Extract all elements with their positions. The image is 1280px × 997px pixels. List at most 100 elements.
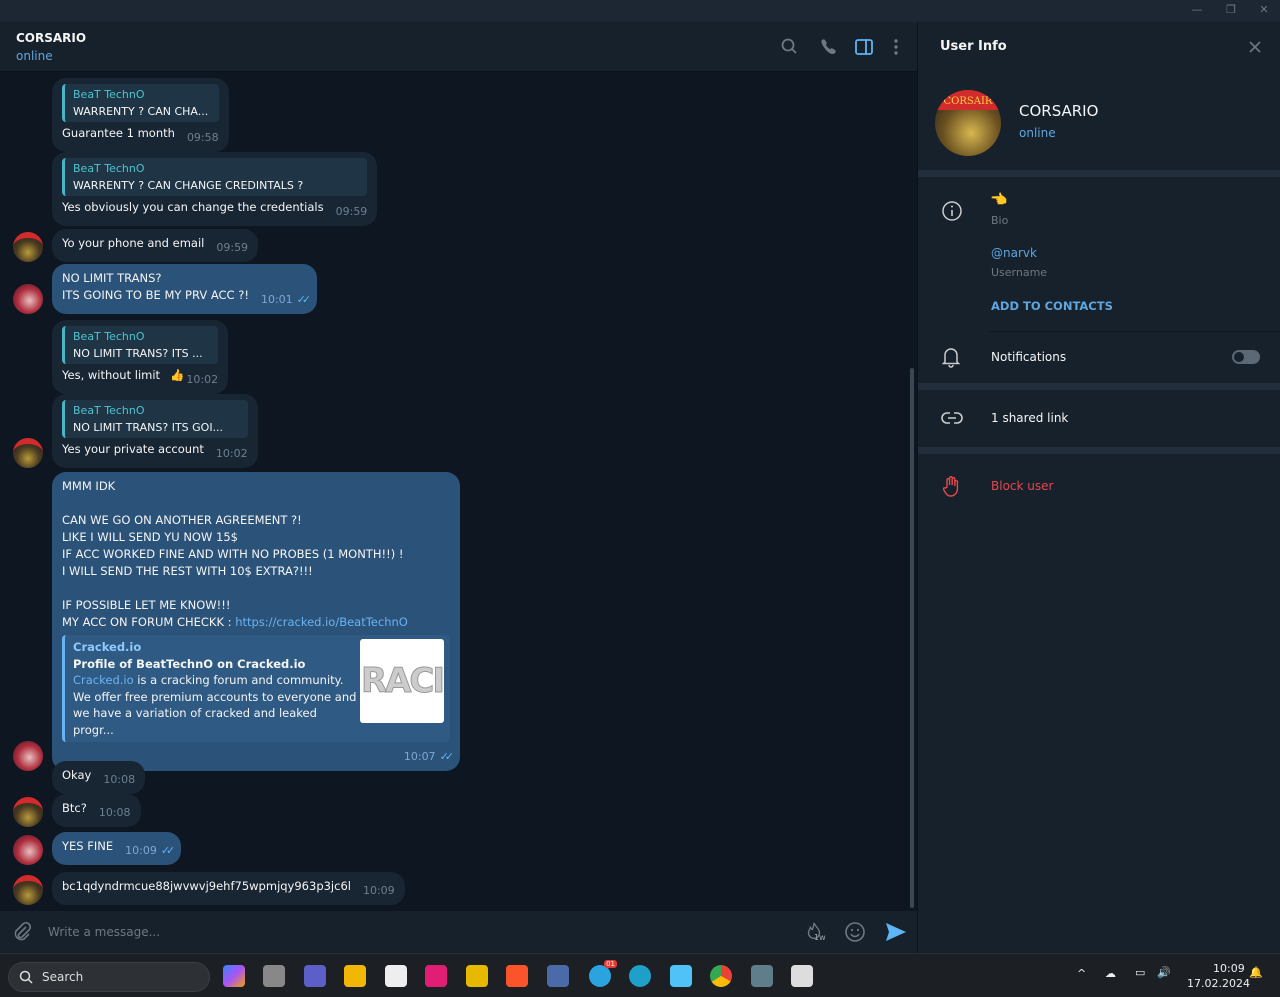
telegram-badge: 01: [604, 960, 617, 968]
contact-avatar[interactable]: [13, 797, 43, 827]
reply-quote[interactable]: BeaT TechnO WARRENTY ? CAN CHANGE CREDINT…: [62, 158, 368, 196]
incoming-message[interactable]: BeaT TechnO NO LIMIT TRANS? ITS GOI... Yes…: [52, 394, 258, 468]
calculator-icon[interactable]: [751, 965, 773, 987]
emoji-icon[interactable]: [843, 920, 867, 944]
double-check-icon: ✓✓: [296, 293, 312, 306]
message-time: 10:08: [103, 773, 136, 786]
search-icon[interactable]: [779, 36, 801, 58]
message-time: 09:59: [335, 205, 368, 218]
profile-avatar[interactable]: CORSAIR: [935, 90, 1001, 156]
message-link[interactable]: https://cracked.io/BeatTechnO: [235, 615, 408, 629]
preview-site: Cracked.io: [73, 640, 142, 654]
thumbnail-logo-text: RACI: [360, 661, 444, 702]
app-icon[interactable]: [466, 965, 488, 987]
incoming-message[interactable]: BeaT TechnO NO LIMIT TRANS? ITS ... Yes, w…: [52, 320, 229, 394]
own-avatar[interactable]: [13, 741, 43, 771]
brave-icon[interactable]: [506, 965, 528, 987]
incoming-message[interactable]: BeaT TechnO WARRENTY ? CAN CHA... Guarante…: [52, 78, 229, 152]
more-vertical-icon[interactable]: [885, 36, 907, 58]
teams-icon[interactable]: [304, 965, 326, 987]
telegram-icon[interactable]: 01: [589, 960, 617, 987]
block-user-button[interactable]: Block user: [991, 479, 1053, 493]
copilot-icon[interactable]: [223, 965, 245, 987]
add-to-contacts-button[interactable]: ADD TO CONTACTS: [991, 299, 1113, 313]
message-input[interactable]: [48, 921, 768, 943]
message-time: 10:01: [260, 293, 293, 306]
outgoing-message[interactable]: YES FINE 10:09 ✓✓: [52, 832, 182, 865]
incoming-message[interactable]: Btc? 10:08: [52, 794, 141, 827]
contact-avatar[interactable]: [13, 232, 43, 262]
username-value[interactable]: @narvk: [991, 246, 1037, 260]
link-preview[interactable]: Cracked.io Profile of BeatTechnO on Crack…: [62, 635, 450, 742]
tray-chevron-icon[interactable]: ^: [1077, 967, 1086, 980]
message-text: Yes your private account: [62, 442, 204, 456]
message-text: Btc?: [62, 801, 87, 815]
message-list-scrollbar[interactable]: [910, 368, 914, 908]
onedrive-icon[interactable]: ☁: [1105, 967, 1116, 980]
close-window-button[interactable]: ✕: [1249, 3, 1279, 16]
timer-badge: 1w: [814, 933, 826, 942]
volume-icon[interactable]: 🔊: [1157, 966, 1171, 979]
own-avatar[interactable]: [13, 284, 43, 314]
avatar-logo-text: CORSAIR: [935, 90, 1001, 110]
notification-bell-icon[interactable]: 🔔: [1249, 966, 1263, 979]
outgoing-message[interactable]: NO LIMIT TRANS? ITS GOING TO BE MY PRV A…: [52, 264, 318, 314]
taskbar-search-label: Search: [42, 970, 84, 984]
panel-title: User Info: [940, 39, 1007, 54]
message-text: Yo your phone and email: [62, 236, 205, 250]
attach-icon[interactable]: [10, 920, 34, 944]
contact-avatar[interactable]: [13, 875, 43, 905]
clock-date[interactable]: 17.02.2024: [1187, 977, 1250, 990]
shared-links-item[interactable]: 1 shared link: [991, 411, 1068, 425]
username-label: Username: [991, 266, 1048, 279]
edge-icon[interactable]: [629, 965, 651, 987]
outgoing-message[interactable]: MMM IDK CAN WE GO ON ANOTHER AGREEMENT ?…: [52, 472, 460, 771]
store-icon[interactable]: [385, 965, 407, 987]
incoming-message[interactable]: Yo your phone and email 09:59: [52, 229, 259, 262]
info-icon: [942, 201, 962, 221]
incoming-message[interactable]: bc1qdyndrmcue88jwvwvj9ehf75wpmjqy963p3jc…: [52, 872, 405, 905]
restore-button[interactable]: ❐: [1216, 3, 1246, 16]
app-icon-2[interactable]: [791, 965, 813, 987]
phone-icon[interactable]: [817, 36, 839, 58]
bio-value: 👈: [990, 192, 1008, 208]
message-time: 10:02: [215, 447, 248, 460]
reply-quote[interactable]: BeaT TechnO NO LIMIT TRANS? ITS GOI...: [62, 400, 248, 438]
network-app-icon[interactable]: [547, 965, 569, 987]
reply-quote[interactable]: BeaT TechnO WARRENTY ? CAN CHA...: [62, 84, 219, 122]
reaction-thumbs-up[interactable]: 👍: [170, 368, 184, 382]
incoming-message[interactable]: Okay 10:08: [52, 761, 146, 794]
contact-avatar[interactable]: [13, 438, 43, 468]
windows-taskbar: Search 01 ^ ☁ ▭ 🔊 10:09 17.02.2024 🔔: [0, 953, 1280, 997]
task-view-icon[interactable]: [263, 965, 285, 987]
own-avatar[interactable]: [13, 835, 43, 865]
send-icon[interactable]: [884, 920, 908, 944]
clock-time[interactable]: 10:09: [1213, 962, 1245, 975]
reply-text: WARRENTY ? CAN CHANGE CREDINTALS ?: [73, 179, 304, 192]
close-icon[interactable]: [1248, 40, 1262, 54]
preview-thumbnail[interactable]: RACI: [360, 639, 444, 723]
chat-title[interactable]: CORSARIO: [16, 31, 86, 45]
file-explorer-icon[interactable]: [344, 965, 366, 987]
network-icon[interactable]: ▭: [1135, 966, 1145, 979]
message-time: 10:09: [125, 844, 157, 857]
forza-icon[interactable]: [425, 965, 447, 987]
message-text: MMM IDK CAN WE GO ON ANOTHER AGREEMENT ?…: [62, 479, 404, 629]
incoming-message[interactable]: BeaT TechnO WARRENTY ? CAN CHANGE CREDINT…: [52, 152, 378, 226]
reply-text: WARRENTY ? CAN CHA...: [73, 105, 209, 118]
notifications-toggle[interactable]: [1232, 350, 1260, 364]
notepad-icon[interactable]: [670, 965, 692, 987]
taskbar-search[interactable]: Search: [8, 962, 210, 992]
profile-status: online: [1019, 126, 1056, 140]
message-list[interactable]: BeaT TechnO WARRENTY ? CAN CHA... Guarante…: [0, 73, 917, 911]
chat-status: online: [16, 49, 53, 63]
sidebar-toggle-icon[interactable]: [853, 36, 875, 58]
preview-desc-link[interactable]: Cracked.io: [73, 673, 134, 687]
message-text: NO LIMIT TRANS? ITS GOING TO BE MY PRV A…: [62, 271, 249, 302]
message-text: Yes, without limit: [62, 368, 161, 382]
chrome-icon[interactable]: [710, 965, 732, 987]
reply-quote[interactable]: BeaT TechnO NO LIMIT TRANS? ITS ...: [62, 326, 219, 364]
bio-label: Bio: [991, 214, 1009, 227]
self-destruct-timer-button[interactable]: 1w: [803, 920, 827, 944]
minimize-button[interactable]: —: [1182, 3, 1212, 16]
